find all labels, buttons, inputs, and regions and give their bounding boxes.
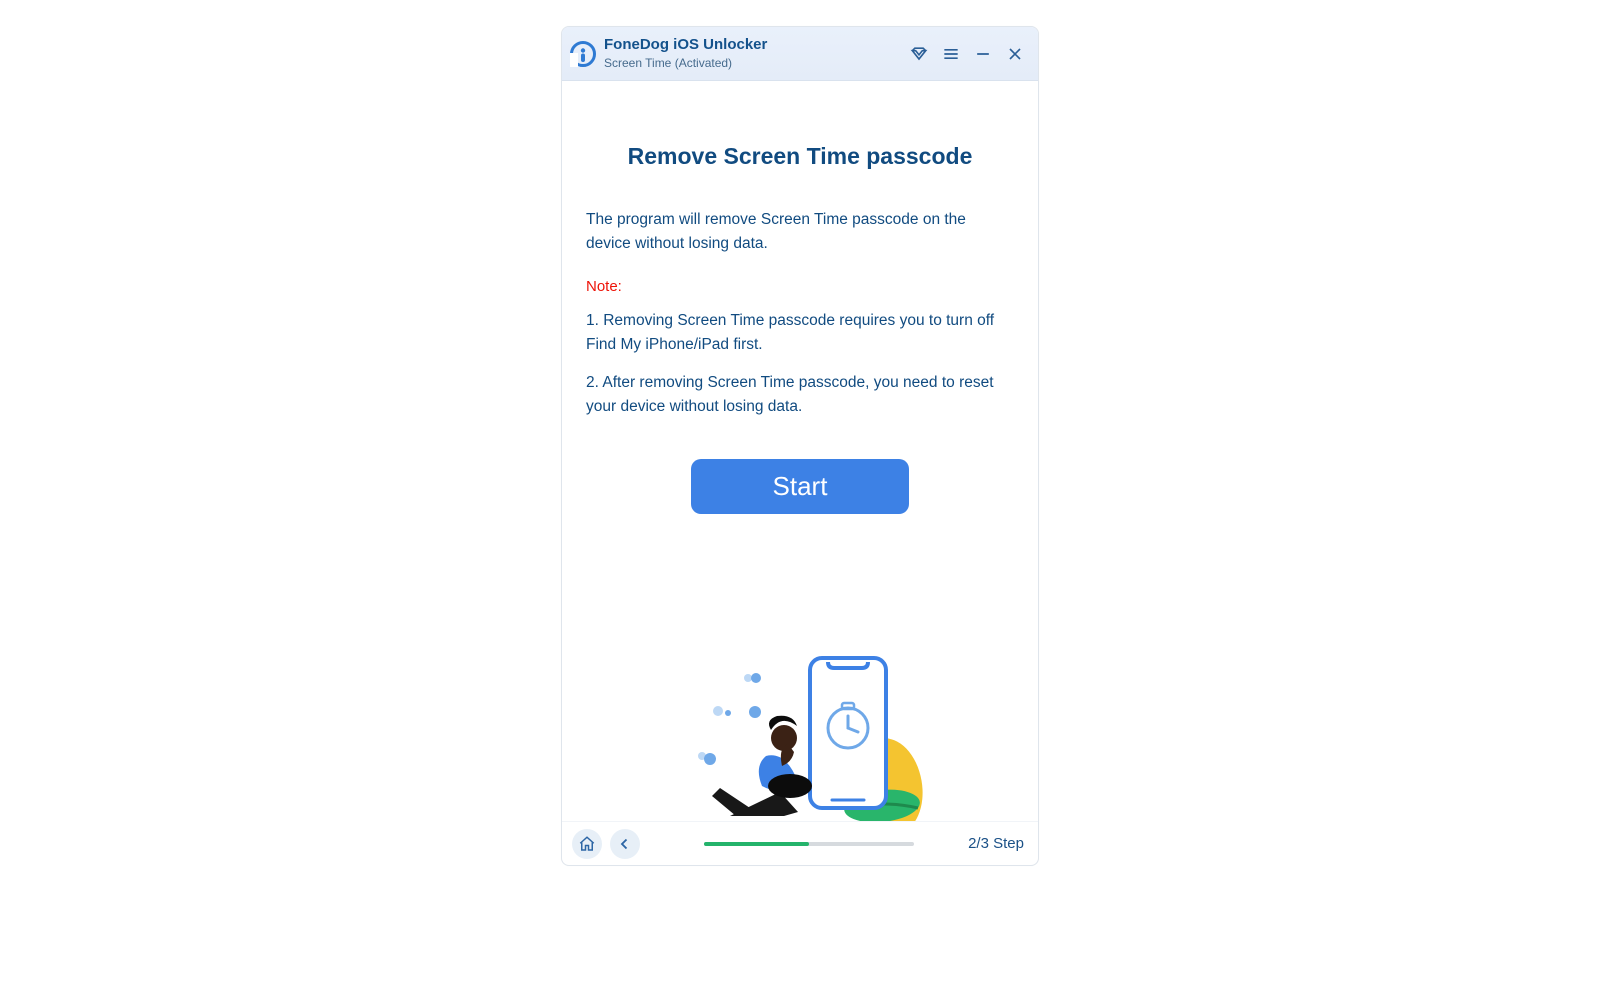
app-logo-icon <box>568 39 598 69</box>
back-button[interactable] <box>610 829 640 859</box>
minimize-icon[interactable] <box>972 43 994 65</box>
main-content: Remove Screen Time passcode The program … <box>562 81 1038 821</box>
footer-bar: 2/3 Step <box>562 821 1038 865</box>
illustration-icon <box>650 626 950 821</box>
premium-icon[interactable] <box>908 43 930 65</box>
title-text: FoneDog iOS Unlocker Screen Time (Activa… <box>604 36 767 72</box>
description-text: The program will remove Screen Time pass… <box>586 208 1014 256</box>
menu-icon[interactable] <box>940 43 962 65</box>
progress-fill <box>704 842 809 846</box>
app-window: FoneDog iOS Unlocker Screen Time (Activa… <box>561 26 1039 866</box>
progress-bar <box>704 842 914 846</box>
page-heading: Remove Screen Time passcode <box>586 143 1014 170</box>
step-label: 2/3 Step <box>968 835 1024 852</box>
window-controls <box>908 43 1026 65</box>
note-item-1: 1. Removing Screen Time passcode require… <box>586 309 1014 357</box>
app-subtitle: Screen Time (Activated) <box>604 56 767 71</box>
title-bar: FoneDog iOS Unlocker Screen Time (Activa… <box>562 27 1038 81</box>
app-name: FoneDog iOS Unlocker <box>604 36 767 55</box>
note-item-2: 2. After removing Screen Time passcode, … <box>586 371 1014 419</box>
note-label: Note: <box>586 278 1014 295</box>
home-button[interactable] <box>572 829 602 859</box>
close-icon[interactable] <box>1004 43 1026 65</box>
start-button[interactable]: Start <box>691 459 909 514</box>
